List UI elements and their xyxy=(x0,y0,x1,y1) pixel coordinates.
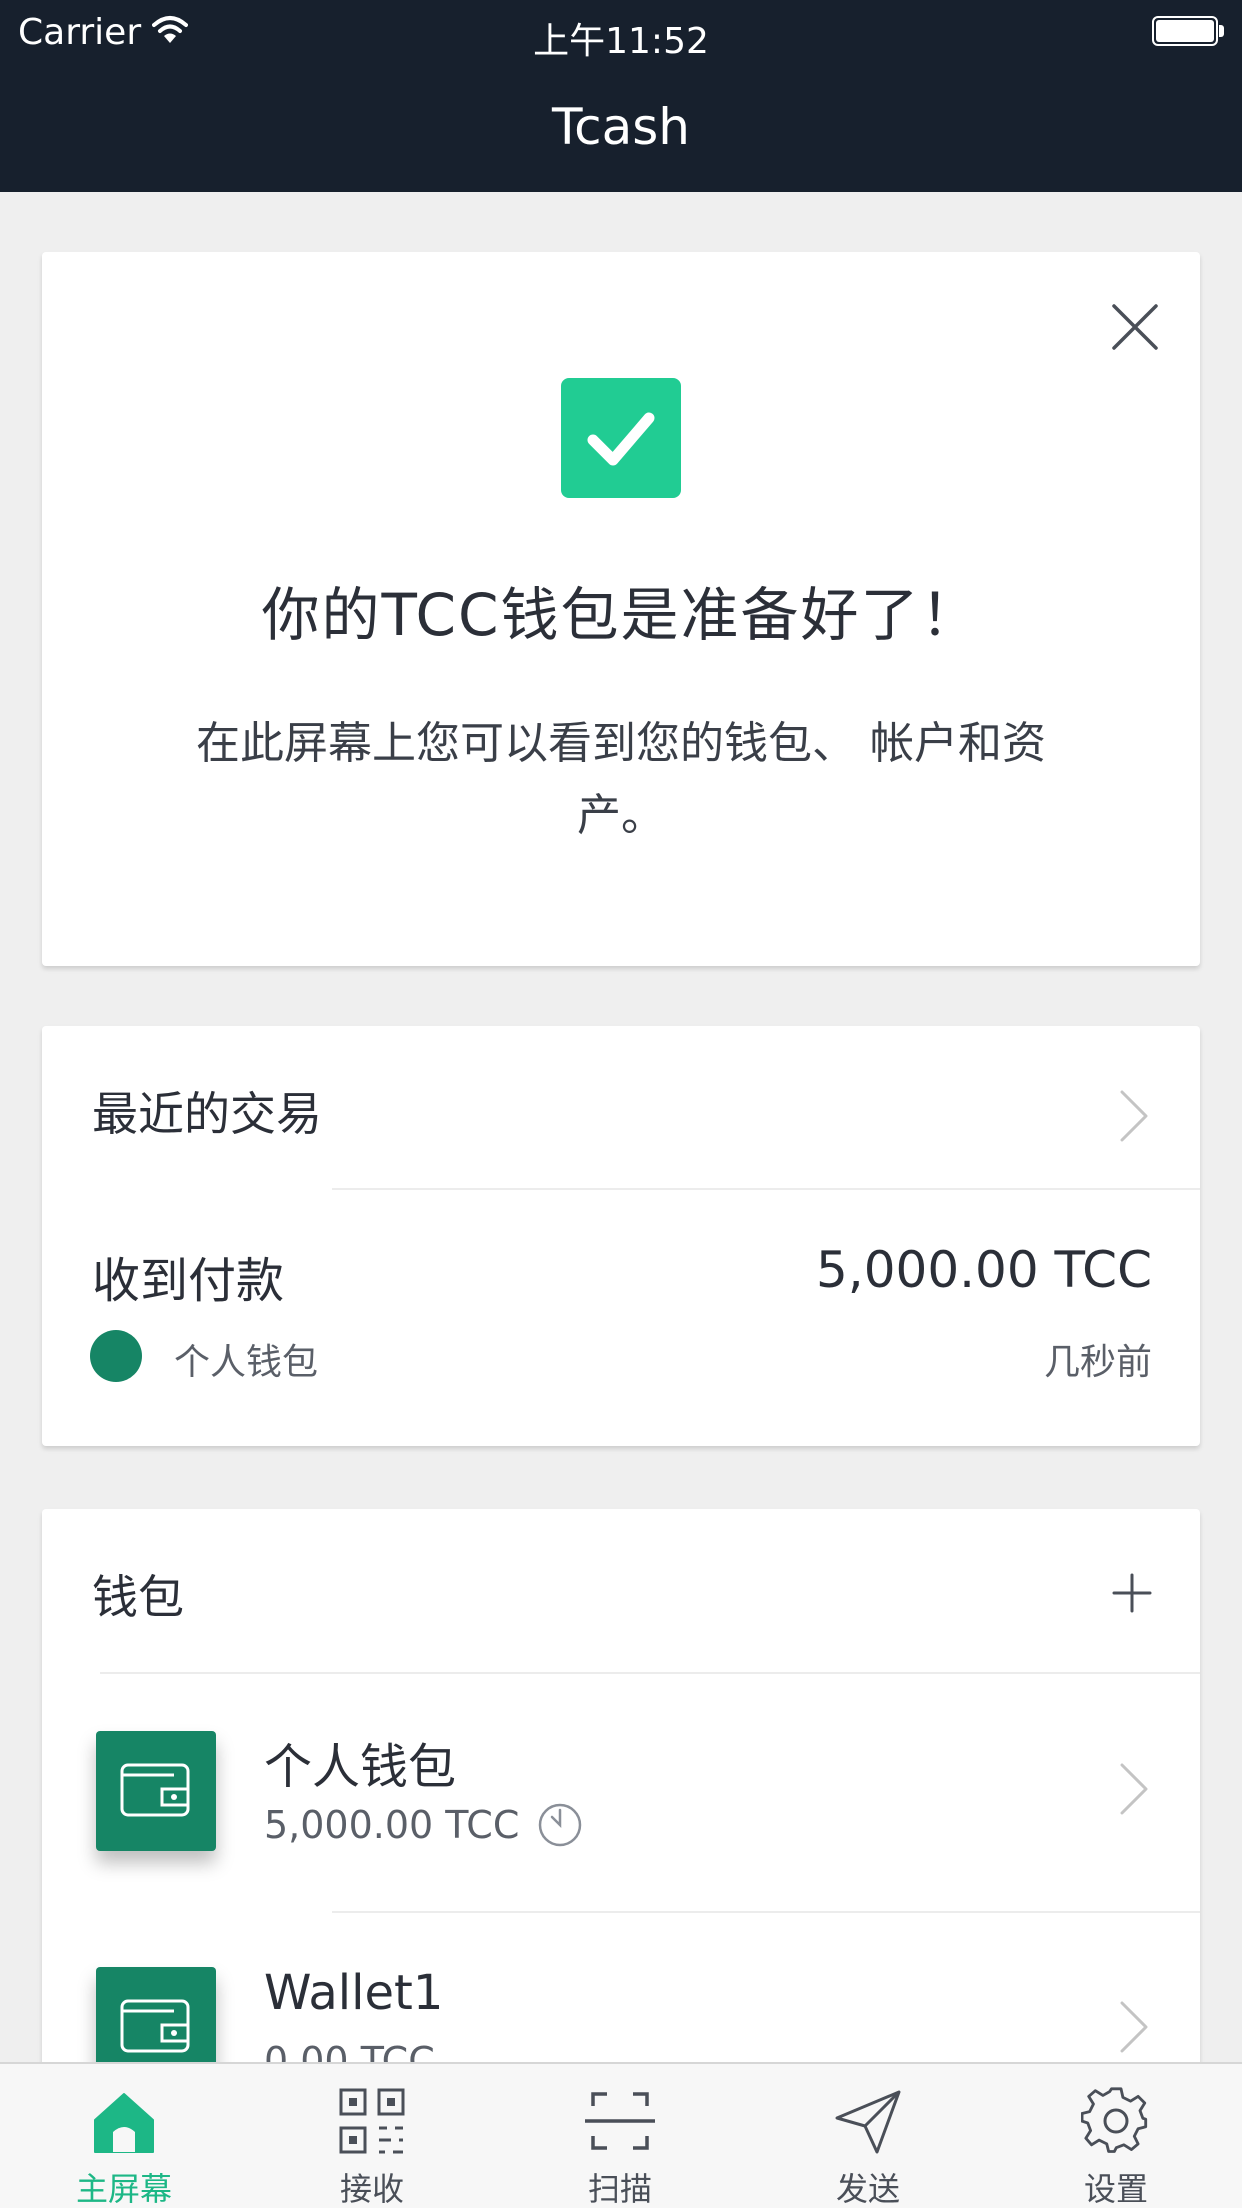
close-icon[interactable] xyxy=(1110,302,1160,352)
wallet-ready-card: 你的TCC钱包是准备好了！ 在此屏幕上您可以看到您的钱包、 帐户和资产。 xyxy=(42,252,1200,966)
wallets-title: 钱包 xyxy=(92,1570,184,1624)
tab-label: 扫描 xyxy=(587,2170,652,2208)
transaction-amount: 5,000.00 TCC xyxy=(816,1241,1152,1299)
tab-receive[interactable]: 接收 xyxy=(248,2064,496,2208)
wallet-color-dot xyxy=(90,1330,142,1382)
chevron-right-icon[interactable] xyxy=(1116,1999,1152,2055)
status-bar: Carrier 上午11:52 xyxy=(0,0,1242,62)
tab-label: 发送 xyxy=(835,2170,900,2208)
recent-transactions-title: 最近的交易 xyxy=(92,1087,322,1141)
qr-code-icon xyxy=(339,2088,405,2154)
app-title: Tcash xyxy=(552,98,690,156)
tab-settings[interactable]: 设置 xyxy=(992,2064,1240,2208)
wallet-name: 个人钱包 xyxy=(264,1739,457,1795)
tab-label: 主屏幕 xyxy=(75,2170,172,2208)
tab-scan[interactable]: 扫描 xyxy=(496,2064,744,2208)
transaction-time: 几秒前 xyxy=(1043,1342,1152,1383)
wallet-name: Wallet1 xyxy=(264,1965,444,2021)
transaction-wallet: 个人钱包 xyxy=(174,1342,319,1383)
divider xyxy=(100,1672,1200,1674)
tab-label: 接收 xyxy=(339,2170,404,2208)
gear-icon xyxy=(1081,2087,1148,2153)
tab-home[interactable]: 主屏幕 xyxy=(0,2064,248,2208)
add-wallet-icon[interactable] xyxy=(1112,1573,1152,1613)
ready-description: 在此屏幕上您可以看到您的钱包、 帐户和资产。 xyxy=(196,718,1046,841)
scan-icon xyxy=(585,2092,655,2150)
status-time: 上午11:52 xyxy=(533,21,709,62)
chevron-right-icon[interactable] xyxy=(1116,1761,1152,1817)
home-icon xyxy=(94,2093,154,2153)
tab-label: 设置 xyxy=(1083,2170,1148,2208)
send-icon xyxy=(835,2090,901,2154)
checkmark-icon xyxy=(561,378,681,498)
tab-send[interactable]: 发送 xyxy=(744,2064,992,2208)
divider xyxy=(332,1911,1200,1913)
battery-icon xyxy=(1152,16,1224,46)
clock-icon xyxy=(538,1803,582,1847)
ready-title: 你的TCC钱包是准备好了！ xyxy=(261,581,981,649)
transaction-type: 收到付款 xyxy=(92,1253,285,1309)
divider xyxy=(332,1188,1200,1190)
tab-bar: 主屏幕 接收 扫描 发送 设置 xyxy=(0,2062,1242,2208)
wallet-balance: 5,000.00 TCC xyxy=(264,1803,520,1847)
wallet-icon xyxy=(96,1731,216,1851)
chevron-right-icon[interactable] xyxy=(1116,1088,1152,1144)
app-header: Carrier 上午11:52 Tcash xyxy=(0,0,1242,192)
recent-transactions-card[interactable]: 最近的交易 收到付款 5,000.00 TCC 个人钱包 几秒前 xyxy=(42,1026,1200,1446)
